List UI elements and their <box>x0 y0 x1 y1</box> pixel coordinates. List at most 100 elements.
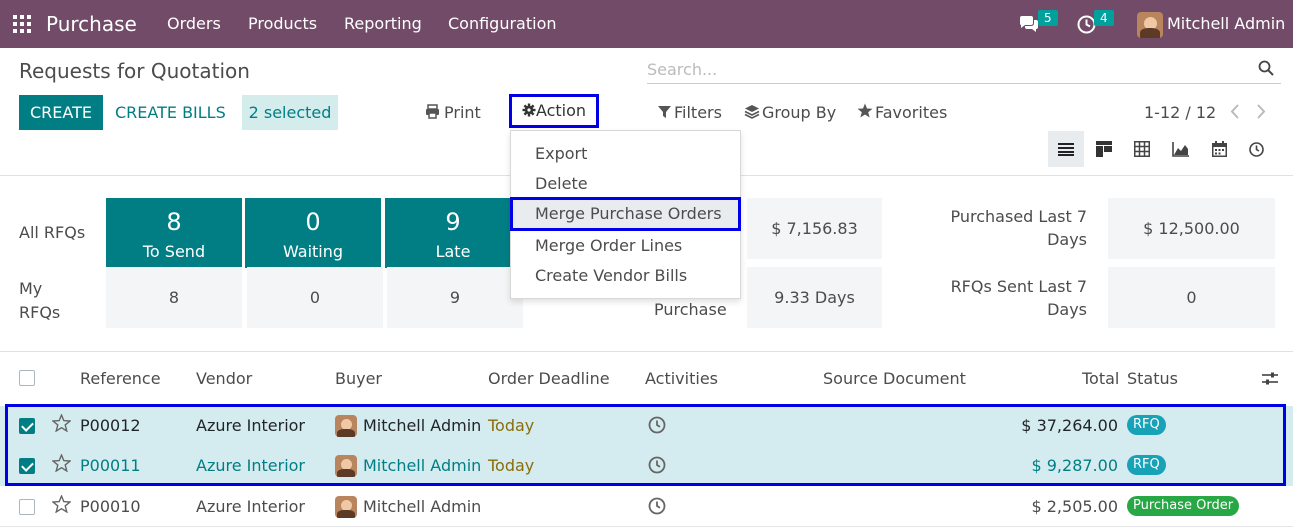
total: $ 37,264.00 <box>1021 416 1118 435</box>
layers-icon[interactable] <box>744 104 760 123</box>
lead-time-value: 9.33 Days <box>747 267 882 328</box>
top-navbar: Purchase Orders Products Reporting Confi… <box>0 0 1293 48</box>
my-late-tile[interactable]: 9 <box>387 267 523 328</box>
activity-clock-icon[interactable] <box>648 416 666 438</box>
favorites-button[interactable]: Favorites <box>875 103 947 122</box>
pager-previous-icon[interactable] <box>1230 104 1240 123</box>
action-label: Action <box>535 101 587 120</box>
status-badge: RFQ <box>1127 415 1166 435</box>
late-tile[interactable]: 9 Late <box>385 198 521 268</box>
table-row[interactable]: P00010 Azure Interior Mitchell Admin $ 2… <box>0 487 1293 527</box>
filter-icon[interactable] <box>658 104 671 123</box>
buyer-avatar <box>335 415 357 437</box>
create-button[interactable]: CREATE <box>19 95 103 130</box>
filters-button[interactable]: Filters <box>674 103 722 122</box>
menu-item-merge-purchase-orders[interactable]: Merge Purchase Orders <box>510 197 741 231</box>
menu-item-export[interactable]: Export <box>511 139 740 169</box>
status-badge: Purchase Order <box>1127 496 1240 516</box>
row-checkbox[interactable] <box>19 418 35 434</box>
vendor: Azure Interior <box>196 497 306 516</box>
buyer: Mitchell Admin <box>363 497 482 516</box>
messages-count-badge: 5 <box>1038 10 1058 26</box>
late-count: 9 <box>445 208 461 236</box>
my-waiting-tile[interactable]: 0 <box>247 267 383 328</box>
priority-star-icon[interactable] <box>51 494 72 517</box>
print-icon[interactable] <box>425 104 440 123</box>
activity-clock-icon[interactable] <box>648 497 666 519</box>
my-rfqs-label: My RFQs <box>19 279 61 322</box>
activity-clock-icon[interactable] <box>648 456 666 478</box>
header-vendor[interactable]: Vendor <box>196 369 252 388</box>
reference: P00011 <box>80 456 141 475</box>
menu-orders[interactable]: Orders <box>167 14 221 33</box>
table-row[interactable]: P00012 Azure Interior Mitchell Admin Tod… <box>0 406 1293 446</box>
create-bills-button[interactable]: CREATE BILLS <box>115 103 226 122</box>
user-name[interactable]: Mitchell Admin <box>1167 14 1285 33</box>
calendar-view-icon[interactable] <box>1201 131 1237 167</box>
menu-item-create-vendor-bills[interactable]: Create Vendor Bills <box>511 261 740 291</box>
to-send-tile[interactable]: 8 To Send <box>106 198 242 268</box>
status-badge: RFQ <box>1127 455 1166 475</box>
header-order-deadline[interactable]: Order Deadline <box>488 369 610 388</box>
row-checkbox[interactable] <box>19 458 35 474</box>
reference: P00012 <box>80 416 141 435</box>
rfqs-sent-last-7-days-value: 0 <box>1108 267 1275 328</box>
optional-columns-icon[interactable] <box>1262 371 1278 390</box>
search-bar <box>647 56 1281 84</box>
header-reference[interactable]: Reference <box>80 369 161 388</box>
lead-time-label: Purchase <box>654 300 727 319</box>
buyer: Mitchell Admin <box>363 456 482 475</box>
group-by-button[interactable]: Group By <box>762 103 836 122</box>
gear-icon <box>522 98 536 126</box>
row-checkbox[interactable] <box>19 499 35 515</box>
buyer: Mitchell Admin <box>363 416 482 435</box>
header-activities[interactable]: Activities <box>645 369 718 388</box>
late-label: Late <box>435 242 471 261</box>
my-to-send-tile[interactable]: 8 <box>106 267 242 328</box>
priority-star-icon[interactable] <box>51 413 72 436</box>
vendor: Azure Interior <box>196 456 306 475</box>
header-total[interactable]: Total <box>1082 369 1119 388</box>
pager-next-icon[interactable] <box>1256 104 1266 123</box>
menu-item-delete[interactable]: Delete <box>511 169 740 199</box>
print-button[interactable]: Print <box>444 103 481 122</box>
order-deadline: Today <box>488 456 535 475</box>
activities-count-badge: 4 <box>1094 10 1114 26</box>
menu-reporting[interactable]: Reporting <box>344 14 422 33</box>
table-row[interactable]: P00011 Azure Interior Mitchell Admin Tod… <box>0 446 1293 486</box>
pivot-view-icon[interactable] <box>1124 131 1160 167</box>
list-view-icon[interactable] <box>1048 131 1084 167</box>
search-icon[interactable] <box>1258 60 1274 80</box>
action-button[interactable]: Action <box>509 94 599 128</box>
buyer-avatar <box>335 455 357 477</box>
menu-item-merge-order-lines[interactable]: Merge Order Lines <box>511 231 740 261</box>
messages-icon[interactable] <box>1018 15 1040 39</box>
menu-configuration[interactable]: Configuration <box>448 14 557 33</box>
rfqs-sent-last-7-days-label: RFQs Sent Last 7 Days <box>950 277 1087 319</box>
kanban-view-icon[interactable] <box>1086 131 1122 167</box>
header-status[interactable]: Status <box>1127 369 1178 388</box>
graph-view-icon[interactable] <box>1162 131 1198 167</box>
header-buyer[interactable]: Buyer <box>335 369 382 388</box>
apps-menu-icon[interactable] <box>13 15 31 33</box>
avg-order-value: $ 7,156.83 <box>747 198 882 259</box>
select-all-checkbox[interactable] <box>19 370 35 386</box>
buyer-avatar <box>335 496 357 518</box>
order-deadline: Today <box>488 416 535 435</box>
star-icon[interactable] <box>857 103 873 122</box>
waiting-label: Waiting <box>282 242 344 261</box>
selected-count-badge[interactable]: 2 selected <box>242 95 338 130</box>
page-title: Requests for Quotation <box>19 59 250 83</box>
waiting-tile[interactable]: 0 Waiting <box>245 198 381 268</box>
header-source-document[interactable]: Source Document <box>823 369 966 388</box>
pager-value[interactable]: 1-12 / 12 <box>1144 103 1216 122</box>
search-input[interactable] <box>647 56 1237 82</box>
divider <box>0 351 1293 352</box>
activity-view-icon[interactable] <box>1238 131 1274 167</box>
waiting-count: 0 <box>305 208 321 236</box>
vendor: Azure Interior <box>196 416 306 435</box>
menu-products[interactable]: Products <box>248 14 317 33</box>
app-name[interactable]: Purchase <box>46 12 137 36</box>
priority-star-icon[interactable] <box>51 453 72 476</box>
user-avatar[interactable] <box>1137 12 1163 38</box>
